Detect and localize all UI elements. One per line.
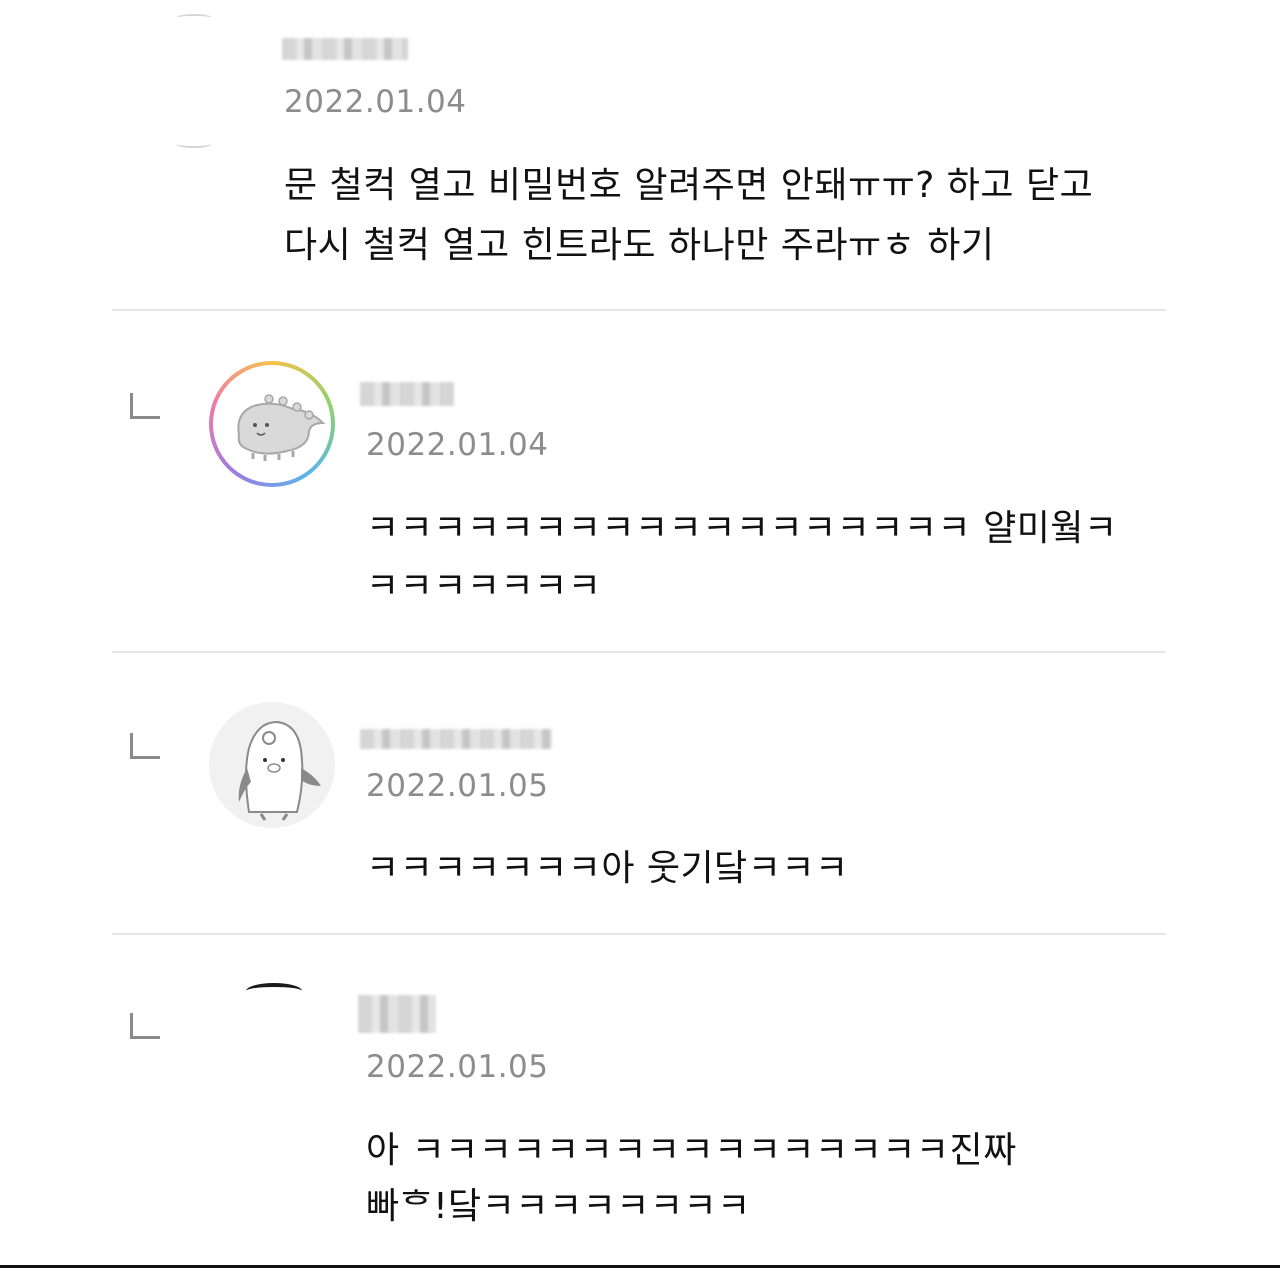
comment-4: 2022.01.05 아 ㅋㅋㅋㅋㅋㅋㅋㅋㅋㅋㅋㅋㅋㅋㅋㅋ진짜 빠ᄒ!닼ㅋㅋㅋㅋ… <box>0 935 1280 1255</box>
avatar[interactable] <box>176 14 212 22</box>
reply-arrow-icon <box>130 393 160 419</box>
comment-2: 2022.01.04 ㅋㅋㅋㅋㅋㅋㅋㅋㅋㅋㅋㅋㅋㅋㅋㅋㅋㅋ 얄미웤ㅋ ㅋㅋㅋㅋㅋ… <box>0 311 1280 651</box>
comment-date: 2022.01.04 <box>366 427 549 463</box>
reply-arrow-icon <box>130 1013 160 1039</box>
username-blurred[interactable] <box>360 729 552 749</box>
comment-text-line: ㅋㅋㅋㅋㅋㅋㅋ아 웃기닼ㅋㅋㅋ <box>366 848 849 889</box>
username-blurred[interactable] <box>358 995 436 1033</box>
comment-1: 2022.01.04 문 철컥 열고 비밀번호 알려주면 안돼ㅠㅠ? 하고 닫고… <box>0 0 1280 310</box>
comment-text-line: 다시 철컥 열고 힌트라도 하나만 주라ㅠㅎ 하기 <box>284 225 995 266</box>
comment-text-line: 아 ㅋㅋㅋㅋㅋㅋㅋㅋㅋㅋㅋㅋㅋㅋㅋㅋ진짜 <box>366 1130 1017 1171</box>
avatar-icon[interactable] <box>246 983 302 999</box>
comment-text-line: ㅋㅋㅋㅋㅋㅋㅋ <box>366 566 602 607</box>
username-blurred[interactable] <box>282 38 408 60</box>
dinosaur-avatar-icon[interactable] <box>209 361 335 487</box>
comment-text-line: ㅋㅋㅋㅋㅋㅋㅋㅋㅋㅋㅋㅋㅋㅋㅋㅋㅋㅋ 얄미웤ㅋ <box>366 508 1118 549</box>
comment-text-line: 빠ᄒ!닼ㅋㅋㅋㅋㅋㅋㅋㅋ <box>366 1186 751 1227</box>
comment-date: 2022.01.04 <box>284 84 467 120</box>
username-blurred[interactable] <box>360 382 454 406</box>
comment-date: 2022.01.05 <box>366 1049 549 1085</box>
reply-arrow-icon <box>130 733 160 759</box>
comment-text-line: 문 철컥 열고 비밀번호 알려주면 안돼ㅠㅠ? 하고 닫고 <box>284 165 1094 206</box>
avatar[interactable] <box>176 140 212 148</box>
penguin-avatar-icon[interactable] <box>209 702 335 828</box>
comment-3: 2022.01.05 ㅋㅋㅋㅋㅋㅋㅋ아 웃기닼ㅋㅋㅋ <box>0 653 1280 933</box>
comment-date: 2022.01.05 <box>366 768 549 804</box>
bottom-rule <box>0 1265 1280 1268</box>
